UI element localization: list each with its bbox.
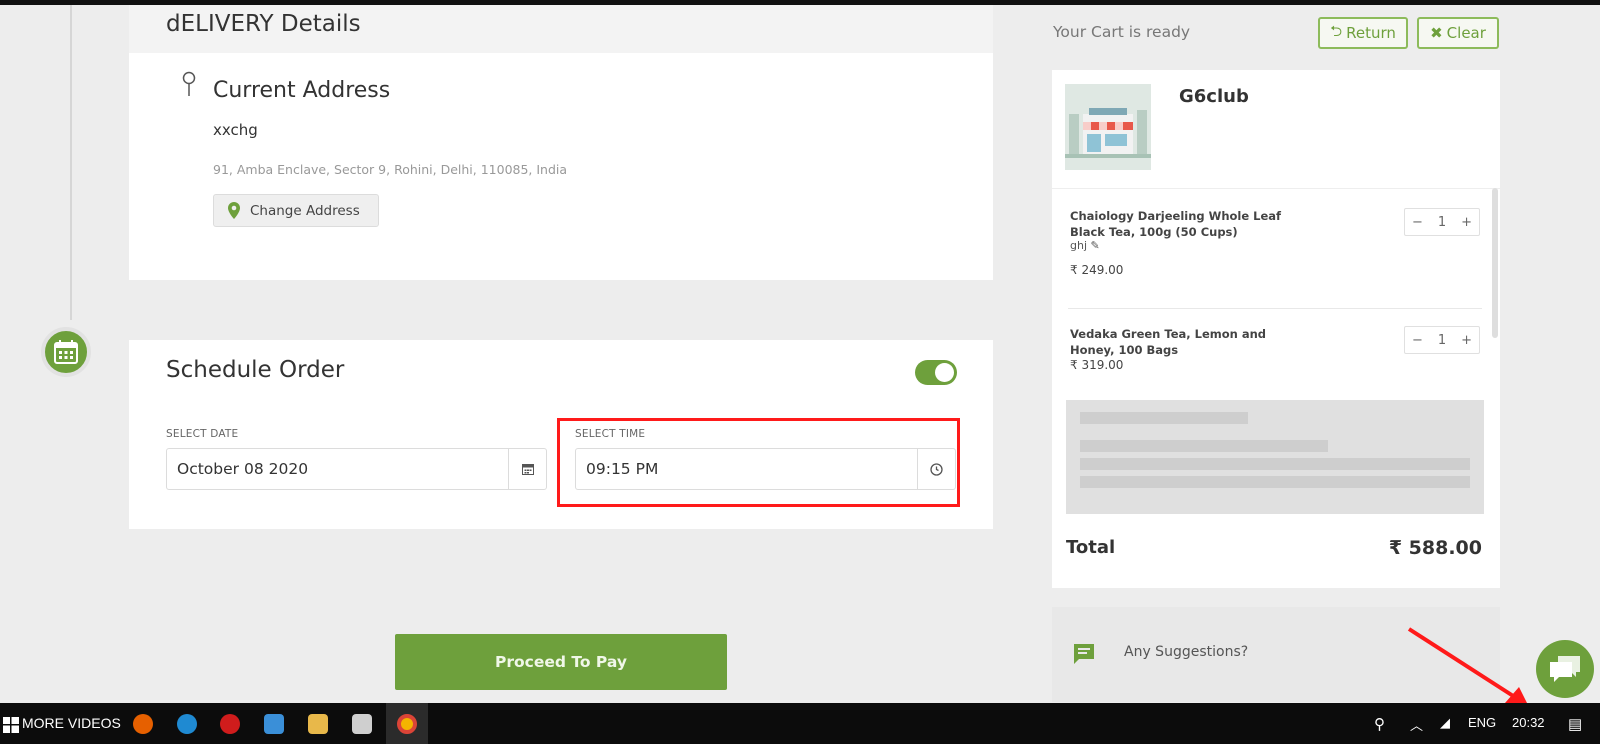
date-value: October 08 2020 — [177, 460, 309, 478]
notifications-icon[interactable]: ▤ — [1568, 715, 1582, 733]
chat-button[interactable] — [1536, 640, 1594, 698]
address-title: Current Address — [213, 78, 391, 103]
date-field[interactable]: October 08 2020 — [166, 448, 547, 490]
change-address-button[interactable]: Change Address — [213, 194, 379, 227]
chrome-icon — [397, 714, 417, 734]
cart-item-2-price: ₹ 319.00 — [1070, 358, 1124, 372]
delivery-details-card: dELIVERY Details Current Address xxchg 9… — [129, 5, 993, 280]
minus-icon[interactable]: − — [1412, 215, 1423, 230]
cart-divider — [1052, 188, 1500, 189]
chevron-up-icon[interactable]: ︿ — [1410, 715, 1423, 734]
store-name: G6club — [1179, 86, 1249, 107]
total-value: ₹ 588.00 — [1388, 537, 1482, 559]
address-name: xxchg — [213, 121, 258, 139]
windows-start-icon[interactable] — [3, 717, 19, 733]
edge-icon[interactable] — [177, 714, 197, 734]
chat-icon — [1550, 656, 1580, 682]
cart-ready-text: Your Cart is ready — [1053, 23, 1191, 41]
opera-icon[interactable] — [220, 714, 240, 734]
calendar-step-icon — [41, 327, 91, 377]
mail-icon[interactable] — [264, 714, 284, 734]
cart-item-1-price: ₹ 249.00 — [1070, 263, 1124, 277]
cart-item-1-note[interactable]: ghj ✎ — [1070, 239, 1100, 252]
start-label: MORE VIDEOS — [22, 715, 121, 731]
people-icon[interactable]: ⚲ — [1374, 715, 1385, 733]
schedule-toggle[interactable] — [915, 360, 957, 385]
store-icon[interactable] — [352, 714, 372, 734]
plus-icon[interactable]: + — [1461, 215, 1472, 230]
return-button[interactable]: ⮌ Return — [1318, 17, 1408, 49]
minus-icon[interactable]: − — [1412, 333, 1423, 348]
map-pin-icon — [182, 71, 196, 101]
comment-icon — [1074, 644, 1094, 664]
firefox-icon[interactable] — [133, 714, 153, 734]
clear-label: Clear — [1446, 24, 1486, 42]
location-marker-icon — [228, 202, 240, 219]
quantity-value: 1 — [1437, 214, 1447, 230]
cart-scrollbar[interactable] — [1492, 188, 1498, 338]
cart-item-2-name: Vedaka Green Tea, Lemon and Honey, 100 B… — [1070, 327, 1267, 357]
total-label: Total — [1066, 537, 1116, 558]
taskbar: MORE VIDEOS ⚲ ︿ ◢ ENG 20:32 ▤ — [0, 703, 1600, 744]
calendar-icon — [521, 464, 534, 475]
pencil-icon[interactable]: ✎ — [1091, 239, 1100, 252]
select-date-label: SELECT DATE — [166, 428, 239, 440]
clock-display[interactable]: 20:32 — [1512, 715, 1545, 730]
quantity-value: 1 — [1437, 332, 1447, 348]
cart-item-2-stepper: − 1 + — [1404, 326, 1480, 354]
item-divider — [1068, 308, 1482, 309]
clear-button[interactable]: ✖ Clear — [1417, 17, 1499, 49]
plus-icon[interactable]: + — [1461, 333, 1472, 348]
calendar-button[interactable] — [508, 449, 546, 489]
file-explorer-icon[interactable] — [308, 714, 328, 734]
red-arrow-annotation — [1407, 627, 1529, 707]
language-indicator[interactable]: ENG — [1468, 715, 1496, 730]
return-icon: ⮌ — [1330, 21, 1343, 40]
address-line: 91, Amba Enclave, Sector 9, Rohini, Delh… — [213, 162, 568, 177]
suggestions-label: Any Suggestions? — [1124, 644, 1249, 660]
blurred-bill-details — [1066, 400, 1484, 514]
change-address-label: Change Address — [250, 202, 360, 219]
return-label: Return — [1346, 24, 1396, 42]
delivery-header: dELIVERY Details — [129, 5, 993, 53]
wifi-icon[interactable]: ◢ — [1440, 715, 1450, 731]
chrome-active-slot[interactable] — [386, 703, 428, 744]
toggle-knob — [935, 363, 954, 382]
timeline-line — [70, 5, 72, 320]
proceed-to-pay-button[interactable]: Proceed To Pay — [395, 634, 727, 690]
time-highlight-annotation — [557, 418, 960, 507]
cart-item-1-name: Chaiology Darjeeling Whole Leaf Black Te… — [1070, 209, 1282, 239]
schedule-title: Schedule Order — [166, 357, 345, 383]
delivery-title: dELIVERY Details — [166, 11, 361, 37]
cart-card: G6club Chaiology Darjeeling Whole Leaf B… — [1052, 70, 1500, 588]
cart-item-1-stepper: − 1 + — [1404, 208, 1480, 236]
store-image — [1065, 84, 1151, 170]
clear-icon: ✖ — [1430, 24, 1443, 42]
